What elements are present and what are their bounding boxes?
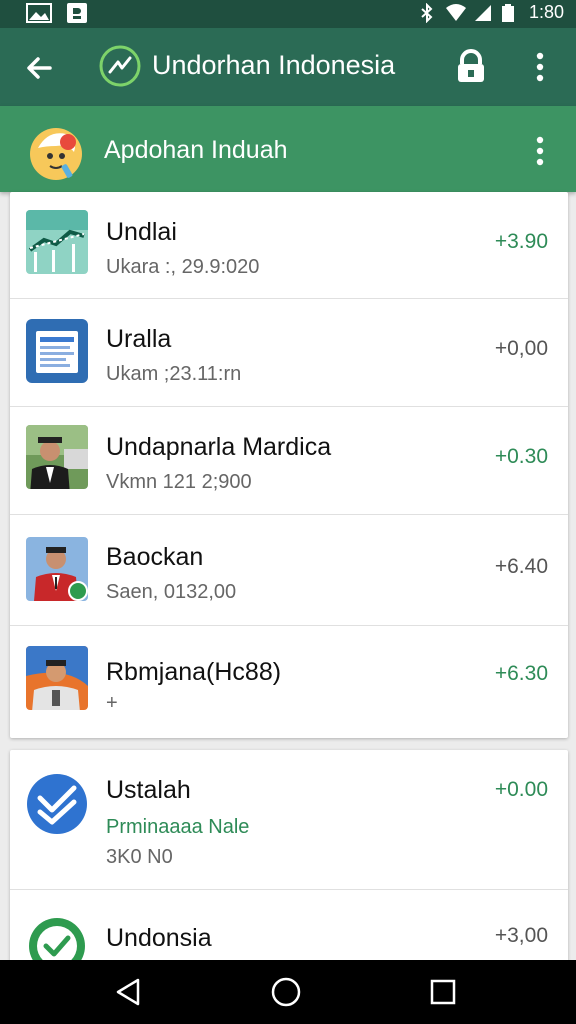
download-icon (66, 2, 92, 24)
list-item[interactable]: Undlai Ukara :, 29.9:020 +3.90 (10, 192, 568, 298)
item-amount: +3.90 (494, 230, 548, 253)
item-name: Ustalah (106, 776, 191, 804)
home-circle-icon[interactable] (268, 974, 304, 1010)
item-subtitle: Prminaaaa Nale (106, 816, 250, 838)
list-item[interactable]: Undonsia +3,00 (10, 890, 568, 965)
item-amount: +6.30 (494, 662, 548, 685)
item-name: Rbmjana(Hc88) (106, 658, 282, 686)
conversation-header: Apdohan Induah (0, 106, 576, 192)
bluetooth-icon (417, 2, 437, 23)
system-nav-bar (0, 960, 576, 1024)
status-time: 1:80 (528, 2, 564, 22)
recents-square-icon[interactable] (425, 974, 461, 1010)
item-name: Undonsia (106, 924, 212, 952)
item-subtitle: Saen, 0132,00 (106, 581, 237, 603)
person-photo (26, 646, 88, 710)
status-bar: 1:80 (0, 0, 576, 28)
battery-icon (501, 3, 521, 23)
back-arrow-icon[interactable] (20, 48, 60, 88)
list-item[interactable]: Rbmjana(Hc88) + +6.30 (10, 626, 568, 738)
item-name: Undlai (106, 218, 177, 246)
chat-avatar-icon[interactable] (28, 126, 84, 182)
list-item[interactable]: Uralla Ukam ;23.11:rn +0,00 (10, 299, 568, 406)
check-circle-icon (26, 914, 88, 965)
item-amount: +0.00 (494, 778, 548, 801)
back-triangle-icon[interactable] (110, 974, 146, 1010)
check-badge-icon (26, 772, 88, 836)
app-bar: Undorhan Indonesia (0, 28, 576, 106)
item-amount: +0.30 (494, 445, 548, 468)
item-amount: +6.40 (494, 555, 548, 578)
transaction-list-card: Ustalah Prminaaaa Nale 3K0 N0 +0.00 Undo… (10, 750, 568, 965)
person-photo (26, 425, 88, 489)
conversation-title: Apdohan Induah (104, 136, 288, 164)
list-item[interactable]: Baockan Saen, 0132,00 +6.40 (10, 515, 568, 625)
item-subtitle: + (106, 692, 118, 714)
app-logo-icon (98, 44, 142, 88)
item-amount: +0,00 (494, 337, 548, 360)
online-badge-icon (68, 581, 88, 601)
item-amount: +3,00 (494, 924, 548, 947)
list-item[interactable]: Undapnarla Mardica Vkmn 121 2;900 +0.30 (10, 407, 568, 514)
document-thumbnail (26, 319, 88, 383)
transaction-list-card: Undlai Ukara :, 29.9:020 +3.90 Uralla Uk… (10, 192, 568, 738)
person-photo (26, 537, 88, 601)
wifi-icon (445, 3, 466, 23)
more-vert-icon[interactable] (524, 48, 556, 86)
item-name: Uralla (106, 325, 172, 353)
item-subtitle: Ukara :, 29.9:020 (106, 256, 260, 278)
more-vert-icon[interactable] (524, 132, 556, 170)
lock-icon[interactable] (452, 48, 490, 86)
item-subtitle: Vkmn 121 2;900 (106, 471, 252, 493)
signal-icon (473, 3, 493, 23)
app-title: Undorhan Indonesia (152, 50, 396, 80)
item-subtitle: Ukam ;23.11:rn (106, 363, 242, 385)
image-icon (26, 2, 52, 24)
item-name: Baockan (106, 543, 204, 571)
list-item[interactable]: Ustalah Prminaaaa Nale 3K0 N0 +0.00 (10, 750, 568, 888)
chart-thumbnail (26, 210, 88, 274)
item-detail: 3K0 N0 (106, 846, 173, 868)
item-name: Undapnarla Mardica (106, 433, 332, 461)
